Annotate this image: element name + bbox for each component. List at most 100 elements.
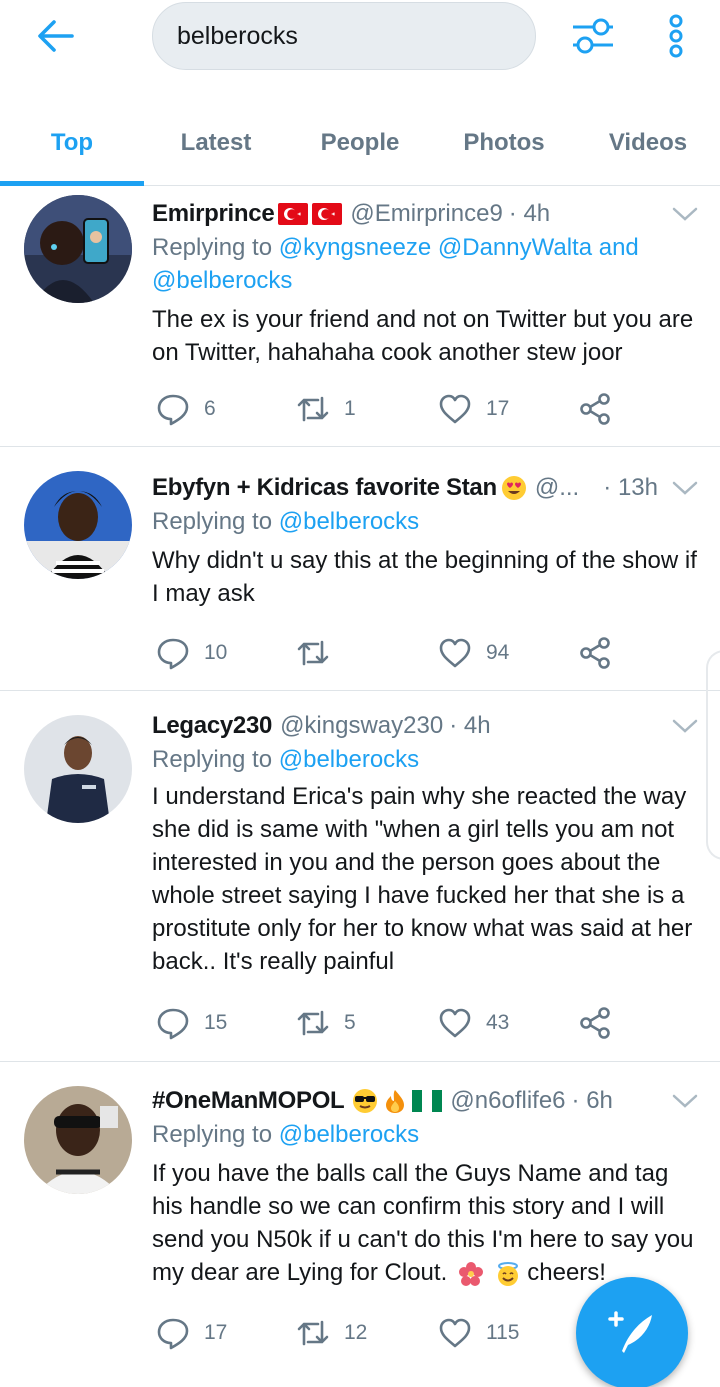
display-name[interactable]: Legacy230 [152,712,272,740]
back-arrow-icon [38,20,74,52]
chevron-down-icon[interactable] [670,1090,700,1112]
tweet-text: I understand Erica's pain why she reacte… [152,783,693,975]
tab-videos[interactable]: Videos [576,100,720,186]
back-button[interactable] [30,14,82,58]
search-filter-button[interactable] [566,12,620,60]
user-handle[interactable]: @n6oflife6 [450,1087,565,1115]
like-button[interactable]: 43 [438,1003,509,1043]
share-button[interactable] [578,1003,612,1043]
heart-icon [439,394,471,424]
like-count: 43 [486,1011,510,1034]
halo-smile-emoji-icon [497,1261,518,1286]
replying-to-label: Replying to [152,746,273,773]
chevron-down-icon[interactable] [670,203,700,225]
avatar[interactable] [24,195,132,303]
share-button[interactable] [578,633,612,673]
scroll-edge-handle[interactable] [706,650,720,860]
tweet-time: · 4h [449,712,491,739]
tab-people[interactable]: People [288,100,432,186]
retweet-button[interactable] [296,633,344,673]
share-icon [580,393,610,425]
reply-button[interactable]: 10 [156,633,227,673]
retweet-icon [297,1010,329,1036]
more-vertical-icon [669,14,683,58]
nigeria-flag-icon [412,1090,443,1112]
compose-feather-icon [608,1311,652,1353]
tweet-header: Ebyfyn + Kidricas favorite Stan @... · 1… [152,471,700,505]
active-tab-indicator [0,181,144,186]
replying-to: Replying to @belberocks [152,743,700,776]
replying-to: Replying to @kyngsneeze @DannyWalta and … [152,231,700,297]
like-button[interactable]: 17 [438,389,509,429]
heart-eyes-emoji-icon [501,476,526,500]
avatar[interactable] [24,715,132,823]
tweet-text-main: If you have the balls call the Guys Name… [152,1160,694,1286]
replying-to-users[interactable]: @belberocks [279,508,419,535]
avatar-image [24,715,132,823]
display-name[interactable]: Emirprince [152,200,275,228]
share-button[interactable] [578,389,612,429]
reply-icon [157,1008,189,1040]
retweet-button[interactable]: 12 [296,1313,367,1353]
retweet-button[interactable]: 1 [296,389,356,429]
sliders-icon [573,18,613,54]
retweet-icon [297,396,329,422]
tweet[interactable]: Legacy230 @kingsway230 · 4h Replying to … [0,691,720,1062]
search-query: belberocks [177,21,298,50]
tab-photos[interactable]: Photos [432,100,576,186]
display-name[interactable]: Ebyfyn + Kidricas favorite Stan [152,474,497,502]
reply-button[interactable]: 15 [156,1003,227,1043]
tweet-content: Legacy230 @kingsway230 · 4h Replying to … [152,709,700,978]
user-handle[interactable]: @Emirprince9 [350,200,502,228]
tweet[interactable]: Ebyfyn + Kidricas favorite Stan @... · 1… [0,447,720,691]
tweet-content: Ebyfyn + Kidricas favorite Stan @... · 1… [152,471,700,610]
chevron-down-icon[interactable] [670,477,700,499]
heart-icon [439,1008,471,1038]
sunglasses-emoji-icon [353,1089,378,1113]
replying-to-users[interactable]: @belberocks [279,746,419,773]
turkey-flag-icon [312,203,343,225]
avatar[interactable] [24,471,132,579]
search-input[interactable]: belberocks [152,2,536,70]
reply-count: 10 [204,641,228,664]
avatar-image [24,1086,132,1194]
chevron-down-icon[interactable] [670,715,700,737]
tweet[interactable]: Emirprince @Emirprince9 · 4h Replying to… [0,187,720,447]
tweet-actions: 6 1 17 [152,389,632,429]
more-options-button[interactable] [658,12,694,60]
replying-to-label: Replying to [152,508,273,535]
reply-button[interactable]: 17 [156,1313,227,1353]
like-button[interactable]: 94 [438,633,509,673]
replying-to-label: Replying to [152,1121,273,1148]
display-name[interactable]: #OneManMOPOL [152,1087,345,1115]
turkey-flag-icon [278,203,309,225]
tweet-time: · 6h [571,1087,613,1114]
avatar-image [24,195,132,303]
like-count: 115 [486,1321,520,1344]
tweet-text: The ex is your friend and not on Twitter… [152,306,694,366]
retweet-icon [297,640,329,666]
reply-count: 15 [204,1011,228,1034]
like-button[interactable]: 115 [438,1313,519,1353]
compose-tweet-button[interactable] [576,1277,688,1387]
tweet-time: · 13h [603,474,658,501]
heart-icon [439,638,471,668]
tweet-content: #OneManMOPOL @n6oflife6 · 6h Replying to… [152,1084,700,1289]
retweet-button[interactable]: 5 [296,1003,356,1043]
avatar[interactable] [24,1086,132,1194]
user-handle[interactable]: @... [535,474,597,502]
retweet-count: 5 [344,1011,356,1034]
tweet-actions: 15 5 43 [152,1003,632,1043]
tab-latest[interactable]: Latest [144,100,288,186]
retweet-count: 1 [344,397,356,420]
tab-top[interactable]: Top [0,100,144,186]
reply-icon [157,638,189,670]
tweet-text: If you have the balls call the Guys Name… [152,1157,700,1289]
replying-to-label: Replying to [152,234,273,261]
like-count: 17 [486,397,510,420]
user-handle[interactable]: @kingsway230 [280,712,443,740]
replying-to-users[interactable]: @belberocks [279,1121,419,1148]
tweet-header: Legacy230 @kingsway230 · 4h [152,709,700,743]
reply-button[interactable]: 6 [156,389,216,429]
tweet-content: Emirprince @Emirprince9 · 4h Replying to… [152,197,700,369]
